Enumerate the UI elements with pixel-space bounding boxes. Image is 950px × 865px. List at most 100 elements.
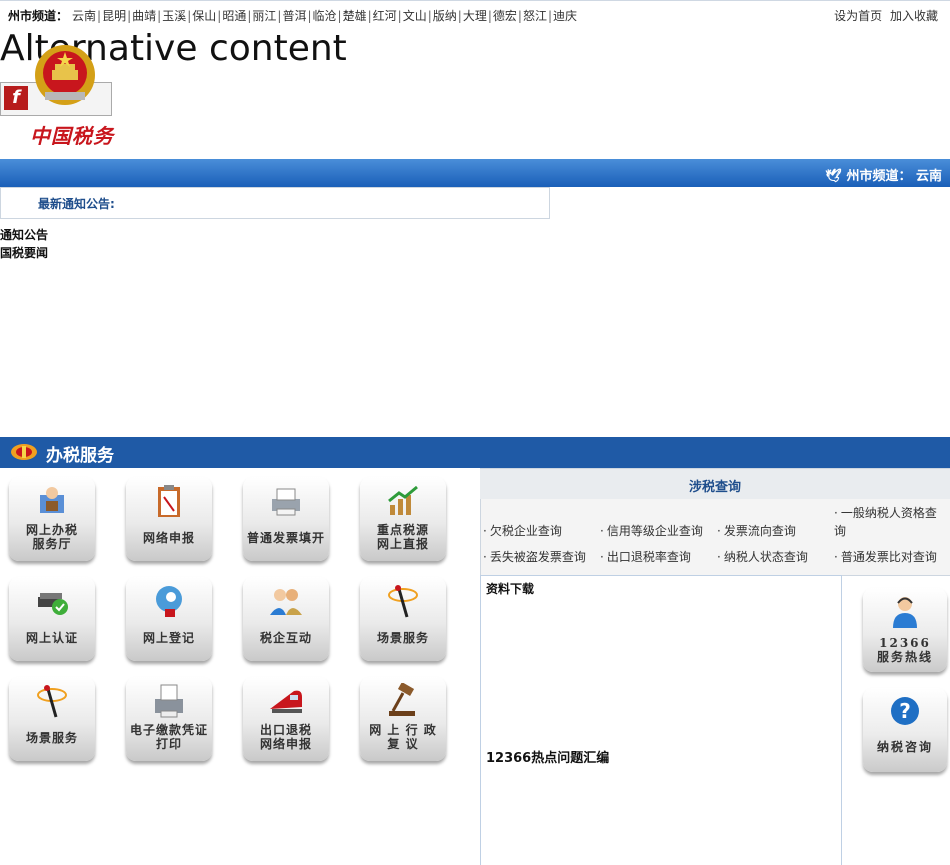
tax-inquiry-link[interactable]: · 出口退税率查询 [600,548,691,565]
service-tile-label-line2: 网上直报 [376,537,429,551]
top-right-links: 设为首页 加入收藏 [830,7,938,24]
flash-icon: f [4,86,28,110]
city-separator: | [397,9,402,23]
service-tile-label: 网 上 行 政 [369,723,437,737]
add-favorite-link[interactable]: 加入收藏 [890,9,938,23]
tax-inquiry-link-label: 一般纳税人资格查询 [834,506,937,538]
city-link[interactable]: 云南 [72,9,96,23]
service-tile-label: 网络申报 [142,531,195,545]
service-tile[interactable]: 重点税源 网上直报 [360,477,446,561]
service-tile-label: 网上认证 [25,631,78,645]
city-separator: | [337,9,342,23]
city-link[interactable]: 临沧 [313,9,337,23]
tax-consult-button[interactable]: ? 纳税咨询 [863,688,947,772]
service-tile-label-line2: 打印 [155,737,182,751]
service-tile[interactable]: 出口退税 网络申报 [243,677,329,761]
city-separator: | [157,9,162,23]
city-separator: | [487,9,492,23]
tax-inquiry-link[interactable]: · 发票流向查询 [717,522,796,539]
city-link[interactable]: 德宏 [493,9,517,23]
service-tile-label-line2: 服务厅 [32,537,72,551]
city-link[interactable]: 楚雄 [343,9,367,23]
gavel-icon [389,683,415,716]
tax-service-bar [0,437,950,468]
tax-service-title: 办税服务 [46,446,114,466]
tax-inquiry-title: 涉税查询 [688,480,741,495]
service-tile[interactable]: 电子缴款凭证 打印 [126,677,212,761]
hot-questions-title[interactable]: 12366热点问题汇编 [486,747,609,766]
printer-icon [272,488,300,516]
tax-inquiry-link[interactable]: · 信用等级企业查询 [600,522,703,539]
city-link[interactable]: 曲靖 [132,9,156,23]
news-section-heading[interactable]: 国税要闻 [0,244,48,261]
tax-service-icon [11,444,37,460]
tax-inquiry-link-label: 丢失被盗发票查询 [489,550,586,564]
dove-icon: 🕊 [825,169,842,184]
channel-bar-text: 🕊 州市频道： 云南 [825,165,942,184]
city-link[interactable]: 版纳 [433,9,457,23]
city-separator: | [97,9,102,23]
tax-inquiry-link[interactable]: · 普通发票比对查询 [834,548,937,565]
city-separator: | [367,9,372,23]
city-link[interactable]: 丽江 [252,9,276,23]
city-separator: | [457,9,462,23]
tax-inquiry-link[interactable]: · 一般纳税人资格查询 [834,504,946,540]
service-tile[interactable]: 场景服务 [9,677,95,761]
service-tile-label: 电子缴款凭证 [129,723,208,737]
service-tile[interactable]: 普通发票填开 [243,477,329,561]
city-link[interactable]: 昆明 [102,9,126,23]
city-separator: | [247,9,252,23]
service-tile-label: 重点税源 [376,523,429,537]
hotline-label: 服务热线 [876,650,933,664]
tax-inquiry-link[interactable]: · 欠税企业查询 [483,522,562,539]
hotline-number: 12366 [879,636,931,650]
city-links: 云南|昆明|曲靖|玉溪|保山|昭通|丽江|普洱|临沧|楚雄|红河|文山|版纳|大… [72,7,577,24]
wand-icon [37,685,67,718]
city-link[interactable]: 文山 [403,9,427,23]
tax-inquiry-link-label: 发票流向查询 [723,524,796,538]
bullet-icon: · [717,550,721,564]
city-link[interactable]: 玉溪 [162,9,186,23]
clipboard-icon [158,485,180,517]
tax-inquiry-link[interactable]: · 纳税人状态查询 [717,548,808,565]
service-tile[interactable]: 网上认证 [9,577,95,661]
city-separator: | [517,9,522,23]
service-tile[interactable]: 网 上 行 政复 议 [360,677,446,761]
city-link[interactable]: 怒江 [523,9,547,23]
downloads-panel [480,575,842,865]
hotline-button[interactable]: 12366 服务热线 [863,588,947,672]
service-tile[interactable]: 场景服务 [360,577,446,661]
city-link[interactable]: 普洱 [282,9,306,23]
customer-service-icon [893,597,917,628]
city-separator: | [307,9,312,23]
service-tile[interactable]: 网络申报 [126,477,212,561]
service-tile[interactable]: 网上办税 服务厅 [9,477,95,561]
notice-section-heading[interactable]: 通知公告 [0,226,48,243]
service-hall-icon [40,487,64,513]
wand-icon [388,585,418,618]
china-tax-logo-text: 中国税务 [30,124,114,148]
service-tile[interactable]: 网上登记 [126,577,212,661]
city-link[interactable]: 红河 [373,9,397,23]
channel-bar-label: 州市频道： 云南 [846,169,942,184]
national-emblem-icon [35,45,95,105]
bullet-icon: · [483,524,487,538]
question-icon: ? [891,697,919,725]
set-home-link[interactable]: 设为首页 [834,9,882,23]
tax-inquiry-link[interactable]: · 丢失被盗发票查询 [483,548,586,565]
service-tile[interactable]: 税企互动 [243,577,329,661]
service-tile-label-line2: 复 议 [387,737,419,751]
city-link[interactable]: 大理 [463,9,487,23]
city-link[interactable]: 迪庆 [553,9,577,23]
latest-notice-label: 最新通知公告: [38,197,115,211]
service-tile-label: 网上登记 [142,631,195,645]
city-separator: | [427,9,432,23]
city-link[interactable]: 保山 [192,9,216,23]
city-separator: | [277,9,282,23]
people-icon [270,589,302,615]
service-tile-label-line2: 网络申报 [259,737,312,751]
bullet-icon: · [834,550,838,564]
service-tile-label: 出口退税 [259,723,312,737]
city-link[interactable]: 昭通 [222,9,246,23]
receipt-printer-icon [155,684,183,718]
